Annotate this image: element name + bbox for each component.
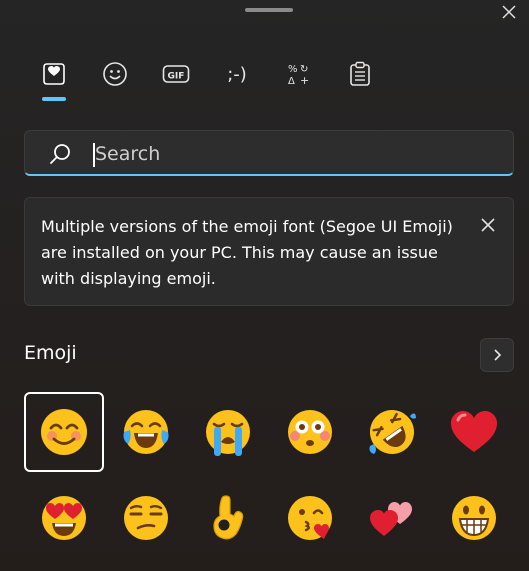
tab-gif[interactable]: GIF (156, 52, 196, 96)
gif-icon: GIF (162, 65, 190, 83)
svg-text:GIF: GIF (168, 72, 185, 82)
red-heart-icon (451, 411, 497, 452)
kaomoji-icon: ;-) (227, 63, 247, 85)
emoji-blowing-kiss[interactable] (270, 478, 350, 558)
svg-text:%: % (288, 64, 298, 75)
close-icon (481, 218, 495, 232)
svg-text:Δ: Δ (288, 76, 295, 87)
emoji-smiling-face[interactable] (24, 392, 104, 472)
emoji-flushed[interactable] (270, 392, 350, 472)
banner-message: Multiple versions of the emoji font (Seg… (41, 217, 453, 288)
tab-kaomoji[interactable]: ;-) (217, 52, 257, 96)
smiling-face-with-smiling-eyes-icon (41, 409, 87, 455)
search-box[interactable] (24, 130, 514, 176)
emoji-loudly-crying[interactable] (188, 392, 268, 472)
smiley-icon (103, 62, 127, 86)
close-icon (502, 5, 516, 19)
close-button[interactable] (494, 0, 524, 24)
drag-handle[interactable] (245, 8, 293, 12)
svg-text:+: + (300, 74, 309, 87)
face-blowing-a-kiss-icon (288, 496, 332, 540)
emoji-ok-hand[interactable] (188, 478, 268, 558)
search-input[interactable] (93, 137, 497, 171)
text-caret (93, 143, 95, 167)
smiling-face-with-heart-eyes-icon (42, 496, 86, 540)
ok-hand-icon (213, 495, 244, 540)
emoji-grinning[interactable] (434, 478, 514, 558)
emoji-rofl[interactable] (352, 392, 432, 472)
clipboard-icon (350, 61, 370, 86)
face-with-tears-of-joy-icon (123, 410, 169, 454)
emoji-unamused[interactable] (106, 478, 186, 558)
emoji-heart-eyes[interactable] (24, 478, 104, 558)
emoji-panel: GIF ;-) % ↻ Δ + Search Multiple versions… (0, 0, 529, 571)
active-tab-indicator (42, 97, 66, 101)
emoji-two-hearts[interactable] (352, 478, 432, 558)
grinning-face-with-big-eyes-icon (452, 496, 496, 540)
unamused-face-icon (124, 496, 168, 540)
emoji-red-heart[interactable] (434, 392, 514, 472)
chevron-right-icon (494, 349, 502, 361)
tab-symbols[interactable]: % ↻ Δ + (279, 52, 319, 96)
tab-clipboard[interactable] (340, 52, 380, 96)
loudly-crying-face-icon (206, 410, 250, 456)
two-hearts-icon (370, 502, 412, 536)
banner-close-button[interactable] (477, 214, 499, 236)
section-next-button[interactable] (480, 338, 514, 372)
flushed-face-icon (288, 410, 332, 454)
emoji-tears-of-joy[interactable] (106, 392, 186, 472)
tab-emoji[interactable] (95, 52, 135, 96)
section-title: Emoji (24, 342, 77, 364)
rolling-on-the-floor-laughing-icon (369, 410, 416, 454)
font-warning-banner: Multiple versions of the emoji font (Seg… (24, 197, 514, 306)
search-icon (50, 144, 70, 164)
symbols-icon: % ↻ Δ + (288, 64, 309, 87)
heart-board-icon (43, 63, 65, 85)
tab-favorites[interactable] (34, 52, 74, 101)
